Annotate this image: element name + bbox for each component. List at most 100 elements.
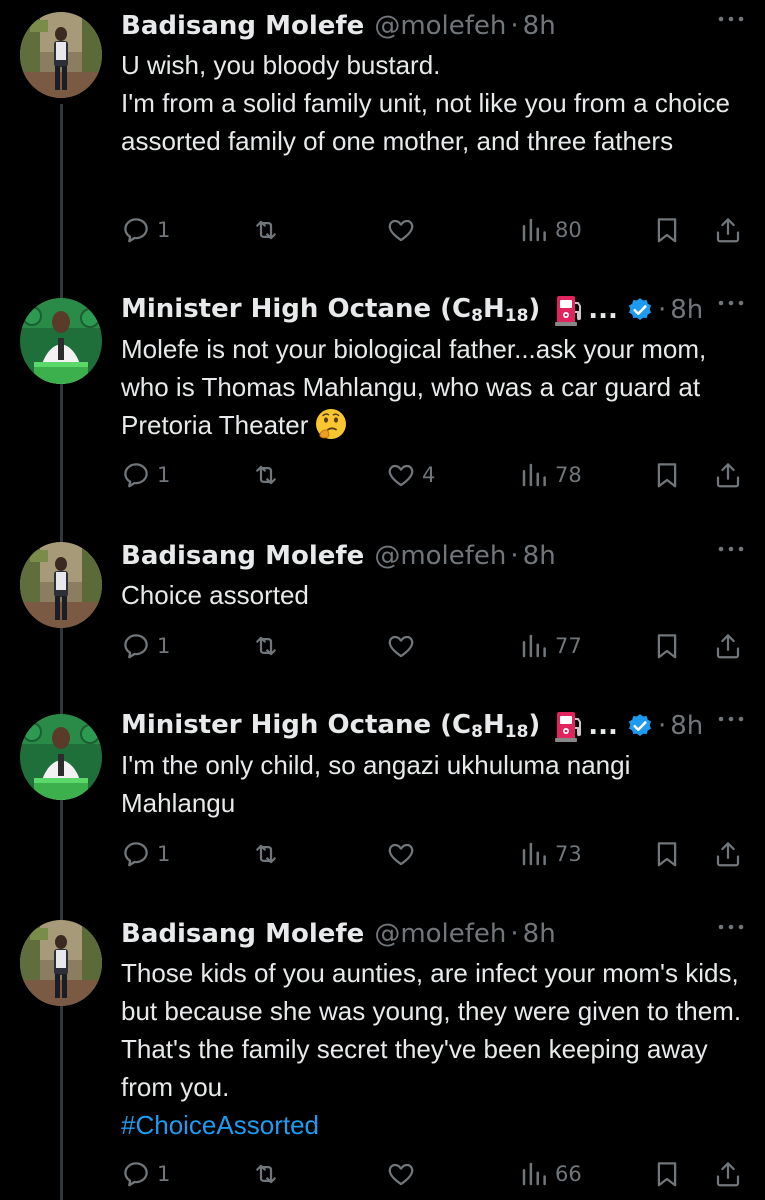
tweet-header: Minister High Octane (C8H18) ... · 8h [121,706,745,746]
display-name[interactable]: Minister High Octane (C8H18) [121,710,540,742]
reply-button[interactable]: 1 [121,457,170,493]
views-button[interactable]: 66 [519,1156,582,1192]
separator: · [657,295,667,325]
tweet-text: Those kids of you aunties, are infect yo… [121,958,748,1140]
reply-button[interactable]: 1 [121,628,170,664]
reply-icon [121,839,151,869]
reply-button[interactable]: 1 [121,212,170,248]
bookmark-button[interactable] [652,1156,682,1192]
view-count: 73 [555,842,582,866]
reply-button[interactable]: 1 [121,1156,170,1192]
tweet-text: Molefe is not your biological father...a… [121,334,714,441]
action-bar: 1 80 [121,212,745,248]
avatar[interactable] [20,542,102,628]
heart-icon [386,215,416,245]
avatar[interactable] [20,12,102,98]
retweet-icon [251,839,281,869]
tweet-text: Choice assorted [121,580,309,610]
reply-icon [121,631,151,661]
tweet-header: Badisang Molefe @molefeh · 8h [121,914,745,954]
reply-count: 1 [157,218,171,242]
avatar[interactable] [20,714,102,800]
separator: · [510,541,519,571]
views-icon [519,460,549,490]
share-button[interactable] [713,212,743,248]
separator: · [510,11,519,41]
reply-button[interactable]: 1 [121,836,170,872]
share-button[interactable] [713,1156,743,1192]
bookmark-icon [652,631,682,661]
timestamp[interactable]: 8h [523,11,556,41]
retweet-button[interactable] [251,836,281,872]
retweet-icon [251,631,281,661]
like-button[interactable] [386,1156,416,1192]
bookmark-button[interactable] [652,836,682,872]
timestamp[interactable]: 8h [670,711,703,741]
like-button[interactable] [386,628,416,664]
bookmark-button[interactable] [652,212,682,248]
views-icon [519,839,549,869]
views-button[interactable]: 80 [519,212,582,248]
bookmark-button[interactable] [652,628,682,664]
avatar[interactable] [20,298,102,384]
action-bar: 1 77 [121,628,745,664]
share-button[interactable] [713,457,743,493]
verified-badge-icon[interactable] [626,296,654,324]
display-name[interactable]: Badisang Molefe [121,11,364,41]
fuel-pump-icon [554,709,584,743]
views-button[interactable]: 78 [519,457,582,493]
action-bar: 1 73 [121,836,745,872]
retweet-button[interactable] [251,628,281,664]
display-name[interactable]: Badisang Molefe [121,541,364,571]
more-options-icon[interactable] [717,298,745,308]
view-count: 77 [555,634,582,658]
reply-count: 1 [157,634,171,658]
verified-badge-icon[interactable] [626,712,654,740]
hashtag-link[interactable]: #ChoiceAssorted [121,1110,319,1140]
display-name[interactable]: Badisang Molefe [121,919,364,949]
like-button[interactable]: 4 [386,457,435,493]
separator: · [657,711,667,741]
views-button[interactable]: 73 [519,836,582,872]
name-truncation: ... [588,295,618,325]
more-options-icon[interactable] [717,14,745,24]
share-icon [713,215,743,245]
thinking-face-emoji [314,407,348,441]
heart-icon [386,460,416,490]
timestamp[interactable]: 8h [523,919,556,949]
bookmark-icon [652,839,682,869]
retweet-icon [251,215,281,245]
heart-icon [386,1159,416,1189]
like-button[interactable] [386,836,416,872]
more-options-icon[interactable] [717,922,745,932]
retweet-button[interactable] [251,212,281,248]
retweet-button[interactable] [251,457,281,493]
reply-icon [121,1159,151,1189]
name-truncation: ... [588,711,618,741]
bookmark-icon [652,460,682,490]
handle[interactable]: @molefeh [374,541,506,571]
reply-count: 1 [157,1162,171,1186]
timestamp[interactable]: 8h [523,541,556,571]
heart-icon [386,839,416,869]
bookmark-button[interactable] [652,457,682,493]
views-icon [519,631,549,661]
fuel-pump-icon [554,293,584,327]
handle[interactable]: @molefeh [374,11,506,41]
more-options-icon[interactable] [717,544,745,554]
like-count: 4 [422,463,436,487]
views-icon [519,1159,549,1189]
timestamp[interactable]: 8h [670,295,703,325]
display-name[interactable]: Minister High Octane (C8H18) [121,294,540,326]
tweet-header: Badisang Molefe @molefeh · 8h [121,6,745,46]
share-button[interactable] [713,836,743,872]
avatar[interactable] [20,920,102,1006]
handle[interactable]: @molefeh [374,919,506,949]
like-button[interactable] [386,212,416,248]
share-button[interactable] [713,628,743,664]
views-button[interactable]: 77 [519,628,582,664]
tweet-header: Minister High Octane (C8H18) ... · 8h [121,290,745,330]
more-options-icon[interactable] [717,714,745,724]
tweet-text: U wish, you bloody bustard. I'm from a s… [121,50,730,156]
retweet-button[interactable] [251,1156,281,1192]
